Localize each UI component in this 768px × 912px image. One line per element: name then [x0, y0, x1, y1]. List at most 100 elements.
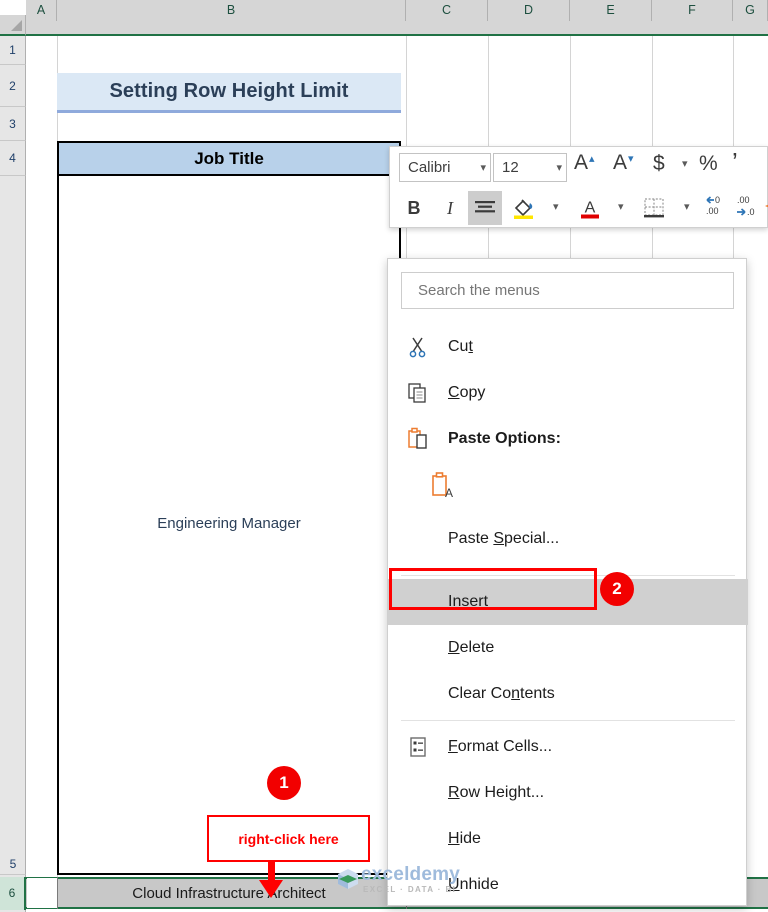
menu-item-paste-special[interactable]: Paste Special...	[388, 516, 748, 562]
font-size-combo[interactable]: 12 ▾	[493, 153, 567, 182]
decrease-font-size-icon: A	[613, 151, 628, 174]
menu-item-paste-values[interactable]: A	[388, 462, 748, 508]
menu-item-clear-contents[interactable]: Clear Contents	[388, 671, 748, 717]
comma-icon: ’	[732, 147, 738, 177]
percent-sign-icon: %	[699, 152, 718, 175]
select-all-corner[interactable]	[0, 15, 26, 36]
increase-decimal-icon: .00 .0	[737, 195, 755, 217]
exceldemy-logo-icon	[338, 869, 358, 889]
search-the-menus-input[interactable]: Search the menus	[401, 272, 734, 309]
watermark: exceldemy EXCEL · DATA · BI	[333, 864, 468, 902]
italic-button[interactable]: I	[435, 193, 465, 223]
column-header-c[interactable]: C	[406, 0, 488, 21]
menu-item-copy[interactable]: Copy	[388, 370, 748, 416]
menu-item-format-cells-label: Format Cells...	[448, 738, 553, 755]
watermark-main-text: exceldemy	[361, 864, 460, 885]
menu-item-format-cells[interactable]: Format Cells...	[388, 724, 748, 770]
menu-item-cut[interactable]: Cut	[388, 324, 748, 370]
borders-button[interactable]	[639, 192, 669, 224]
column-header-b[interactable]: B	[57, 0, 406, 21]
chevron-down-icon: ▾	[556, 162, 562, 174]
column-header-a[interactable]: A	[26, 0, 57, 21]
right-click-callout: right-click here	[207, 815, 370, 862]
increase-font-size-button[interactable]: A ▴	[574, 152, 595, 173]
center-align-button[interactable]	[468, 191, 502, 225]
menu-item-delete[interactable]: Delete	[388, 625, 748, 671]
chevron-down-icon: ▾	[618, 201, 624, 213]
svg-text:.0: .0	[747, 207, 755, 217]
borders-icon	[644, 198, 664, 218]
copy-icon	[388, 382, 448, 404]
accounting-format-dropdown[interactable]: ▾	[676, 157, 688, 170]
format-painter-button[interactable]	[761, 198, 768, 216]
format-painter-icon	[765, 204, 768, 208]
decrease-decimal-button[interactable]: 0 .00	[703, 194, 730, 218]
menu-item-row-height-label: Row Height...	[448, 784, 545, 801]
dollar-sign-icon: $	[653, 152, 665, 175]
font-name-combo[interactable]: Calibri ▾	[399, 153, 491, 182]
menu-item-clear-contents-label: Clear Contents	[448, 685, 555, 702]
menu-item-delete-label: Delete	[448, 639, 495, 656]
fill-color-icon	[514, 199, 533, 219]
column-header-f[interactable]: F	[652, 0, 733, 21]
svg-text:A: A	[585, 200, 596, 217]
paste-values-icon: A	[388, 471, 498, 499]
fill-color-dropdown[interactable]: ▾	[547, 200, 559, 213]
callout-arrow-head-icon	[259, 880, 283, 898]
svg-text:.00: .00	[706, 206, 719, 216]
bold-icon: B	[407, 198, 421, 218]
svg-text:0: 0	[715, 195, 720, 205]
menu-item-row-height[interactable]: Row Height...	[388, 770, 748, 816]
decrease-font-size-button[interactable]: A ▾	[613, 152, 634, 173]
percent-style-button[interactable]: %	[699, 153, 718, 174]
title-cell-b2[interactable]: Setting Row Height Limit	[57, 73, 401, 113]
column-header-d[interactable]: D	[488, 0, 570, 21]
row-header-5-label: 5	[9, 857, 17, 871]
caret-down-icon: ▾	[628, 153, 634, 165]
step-badge-2: 2	[600, 572, 634, 606]
comma-style-button[interactable]: ’	[732, 149, 738, 175]
decrease-decimal-icon: 0 .00	[706, 195, 720, 216]
svg-text:A: A	[445, 486, 453, 499]
row-header-4[interactable]: 4	[0, 141, 26, 176]
center-align-icon	[475, 201, 495, 213]
row-header-1[interactable]: 1	[0, 36, 26, 65]
row-header-2[interactable]: 2	[0, 65, 26, 107]
header-cell-b4[interactable]: Job Title	[57, 141, 401, 176]
mini-toolbar-row-2: B I ▾ A ▾ ▾ 0 .00 .00 .0	[390, 188, 768, 229]
row-header-3[interactable]: 3	[0, 107, 26, 141]
menu-item-paste-special-label: Paste Special...	[448, 530, 560, 547]
row-header-5[interactable]: 5	[0, 176, 26, 875]
font-color-icon: A	[581, 200, 599, 219]
menu-separator-2	[401, 720, 735, 721]
chevron-down-icon: ▾	[553, 201, 559, 213]
active-cell-a6[interactable]	[27, 878, 57, 908]
font-name-value: Calibri	[408, 159, 451, 176]
menu-item-hide[interactable]: Hide	[388, 816, 748, 862]
select-all-triangle-icon	[11, 20, 22, 31]
fill-color-button[interactable]	[508, 191, 540, 225]
accounting-format-button[interactable]: $	[653, 153, 665, 174]
borders-dropdown[interactable]: ▾	[678, 200, 690, 213]
menu-item-hide-label: Hide	[448, 830, 481, 847]
format-cells-icon	[388, 736, 448, 758]
column-header-g[interactable]: G	[733, 0, 768, 21]
scissors-icon	[388, 336, 448, 358]
step-badge-1: 1	[267, 766, 301, 800]
menu-item-paste-options-label: Paste Options:	[448, 430, 561, 447]
menu-item-copy-label: Copy	[448, 384, 486, 401]
menu-item-cut-label: Cut	[448, 338, 473, 355]
font-color-button[interactable]: A	[575, 191, 605, 225]
column-header-e[interactable]: E	[570, 0, 652, 21]
increase-decimal-button[interactable]: .00 .0	[734, 194, 761, 218]
svg-text:.00: .00	[737, 195, 750, 205]
row-header-6[interactable]: 6	[0, 877, 26, 910]
watermark-sub-text: EXCEL · DATA · BI	[363, 885, 457, 894]
increase-font-size-icon: A	[574, 151, 589, 174]
font-size-value: 12	[502, 159, 519, 176]
font-color-dropdown[interactable]: ▾	[612, 200, 624, 213]
insert-highlight-box	[389, 568, 597, 610]
italic-icon: I	[447, 198, 453, 218]
bold-button[interactable]: B	[399, 193, 429, 223]
mini-format-toolbar: Calibri ▾ 12 ▾ A ▴ A ▾ $ ▾ % ’ B I ▾ A ▾…	[389, 146, 768, 228]
